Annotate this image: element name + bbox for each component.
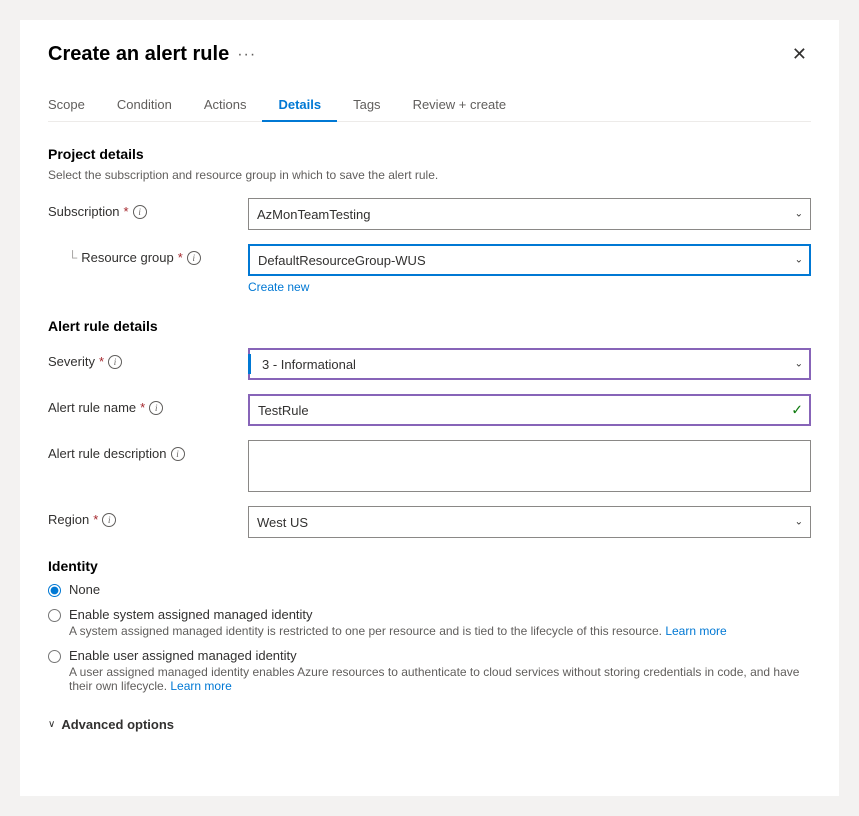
alert-rule-description-label: Alert rule description i [48,440,248,461]
alert-rule-description-control [248,440,811,492]
alert-rule-name-input-wrapper: ✓ [248,394,811,426]
panel-title-row: Create an alert rule ··· [48,43,256,66]
region-info-icon[interactable]: i [102,513,116,527]
identity-system-learn-more[interactable]: Learn more [665,624,726,638]
identity-system-label-wrap: Enable system assigned managed identity … [69,607,727,638]
alert-rule-name-control: ✓ [248,394,811,426]
severity-required: * [99,354,104,369]
nav-tabs: Scope Condition Actions Details Tags Rev… [48,89,811,122]
identity-option-user: Enable user assigned managed identity A … [48,648,811,693]
identity-system-radio[interactable] [48,609,61,622]
identity-radio-group: None Enable system assigned managed iden… [48,582,811,693]
panel-title: Create an alert rule [48,43,229,66]
alert-rule-description-input[interactable] [248,440,811,492]
identity-none-label-wrap: None [69,582,100,597]
advanced-options-label: Advanced options [61,717,174,732]
alert-rule-details-title: Alert rule details [48,318,811,334]
advanced-chevron-icon: ∨ [48,719,55,730]
alert-rule-details-section: Alert rule details Severity * i 3 - Info… [48,318,811,538]
subscription-info-icon[interactable]: i [133,205,147,219]
identity-none-label: None [69,582,100,597]
identity-option-system: Enable system assigned managed identity … [48,607,811,638]
resource-group-select[interactable]: DefaultResourceGroup-WUS [248,244,811,276]
subscription-select[interactable]: AzMonTeamTesting [248,198,811,230]
identity-user-description: A user assigned managed identity enables… [69,665,811,693]
subscription-control: AzMonTeamTesting ⌄ [248,198,811,230]
severity-label: Severity * i [48,348,248,369]
resource-group-control: DefaultResourceGroup-WUS ⌄ Create new [248,244,811,294]
tab-review[interactable]: Review + create [397,89,523,122]
alert-rule-name-check-icon: ✓ [791,402,803,419]
region-label: Region * i [48,506,248,527]
identity-section-title: Identity [48,558,811,574]
alert-rule-name-info-icon[interactable]: i [149,401,163,415]
identity-user-label-wrap: Enable user assigned managed identity A … [69,648,811,693]
resource-group-required: * [178,250,183,265]
tab-actions[interactable]: Actions [188,89,263,122]
severity-control: 3 - Informational 0 - Critical 1 - Error… [248,348,811,380]
severity-group: Severity * i 3 - Informational 0 - Criti… [48,348,811,380]
tab-details[interactable]: Details [262,89,337,122]
resource-group-dropdown-wrapper: DefaultResourceGroup-WUS ⌄ [248,244,811,276]
create-new-link[interactable]: Create new [248,280,309,294]
severity-bar [248,354,251,374]
subscription-label: Subscription * i [48,198,248,219]
region-required: * [93,512,98,527]
tab-tags[interactable]: Tags [337,89,396,122]
resource-group-group: └ Resource group * i DefaultResourceGrou… [48,244,811,294]
create-alert-rule-panel: Create an alert rule ··· ✕ Scope Conditi… [20,20,839,796]
project-details-section: Project details Select the subscription … [48,146,811,294]
subscription-dropdown-wrapper: AzMonTeamTesting ⌄ [248,198,811,230]
alert-rule-name-input[interactable] [248,394,811,426]
more-options-icon[interactable]: ··· [237,46,256,64]
severity-dropdown-wrapper: 3 - Informational 0 - Critical 1 - Error… [248,348,811,380]
panel-header: Create an alert rule ··· ✕ [48,40,811,69]
identity-none-radio[interactable] [48,584,61,597]
tab-scope[interactable]: Scope [48,89,101,122]
alert-rule-name-label: Alert rule name * i [48,394,248,415]
subscription-required: * [124,204,129,219]
region-group: Region * i West US East US North Europe … [48,506,811,538]
alert-rule-name-group: Alert rule name * i ✓ [48,394,811,426]
region-dropdown-wrapper: West US East US North Europe ⌄ [248,506,811,538]
identity-user-label: Enable user assigned managed identity [69,648,811,663]
project-details-title: Project details [48,146,811,162]
resource-group-label: └ Resource group * i [48,244,248,265]
close-button[interactable]: ✕ [788,40,811,69]
tab-condition[interactable]: Condition [101,89,188,122]
identity-option-none: None [48,582,811,597]
resource-group-info-icon[interactable]: i [187,251,201,265]
identity-system-label: Enable system assigned managed identity [69,607,727,622]
alert-rule-details-fields: Severity * i 3 - Informational 0 - Criti… [48,348,811,538]
severity-info-icon[interactable]: i [108,355,122,369]
advanced-options-section[interactable]: ∨ Advanced options [48,717,811,732]
tree-branch-icon: └ [68,250,77,265]
subscription-group: Subscription * i AzMonTeamTesting ⌄ [48,198,811,230]
identity-section: Identity None Enable system assigned man… [48,558,811,693]
alert-rule-name-required: * [140,400,145,415]
alert-rule-description-group: Alert rule description i [48,440,811,492]
alert-rule-description-info-icon[interactable]: i [171,447,185,461]
identity-user-learn-more[interactable]: Learn more [170,679,231,693]
identity-user-radio[interactable] [48,650,61,663]
project-details-subtitle: Select the subscription and resource gro… [48,168,811,182]
region-control: West US East US North Europe ⌄ [248,506,811,538]
identity-system-description: A system assigned managed identity is re… [69,624,727,638]
region-select[interactable]: West US East US North Europe [248,506,811,538]
severity-select[interactable]: 3 - Informational 0 - Critical 1 - Error… [248,348,811,380]
